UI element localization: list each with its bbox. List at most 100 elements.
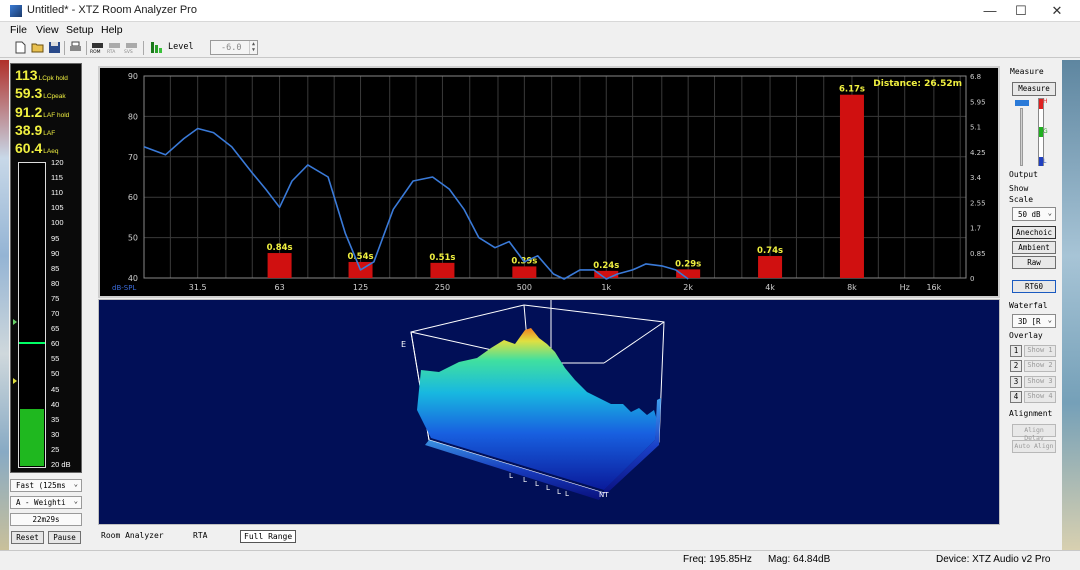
level-scale-tick: 50 — [51, 369, 60, 379]
rt60-bar — [512, 266, 537, 278]
tab-rta[interactable]: RTA — [190, 530, 210, 541]
readout-unit: LAF — [43, 130, 56, 137]
anechoic-button[interactable]: Anechoic — [1012, 226, 1056, 239]
menu-setup[interactable]: Setup — [66, 24, 93, 36]
menu-help[interactable]: Help — [101, 24, 123, 36]
measure-button[interactable]: Measure — [1012, 82, 1056, 96]
overlay-3-button[interactable]: 3 — [1010, 376, 1022, 388]
reset-button[interactable]: Reset — [11, 531, 44, 544]
readout-lcpk-hold: 113LCpk hold — [15, 67, 68, 83]
menu-view[interactable]: View — [36, 24, 59, 36]
rt60-button[interactable]: RT60 — [1012, 280, 1056, 293]
new-file-icon[interactable] — [14, 41, 27, 54]
y2-tick-label: 5.1 — [970, 124, 981, 132]
x-tick-label: 4k — [765, 283, 775, 292]
ambient-button[interactable]: Ambient — [1012, 241, 1056, 254]
show-1-button[interactable]: Show 1 — [1024, 345, 1056, 357]
overlay-2-button[interactable]: 2 — [1010, 360, 1022, 372]
waterfall-surface — [417, 328, 657, 490]
save-icon[interactable] — [48, 41, 61, 54]
readout-lcpeak: 59.3LCpeak — [15, 85, 66, 101]
level-scale-tick: 80 — [51, 278, 60, 288]
show-2-button[interactable]: Show 2 — [1024, 360, 1056, 372]
readout-unit: LAF hold — [43, 112, 70, 119]
show-scale-label: Show Scale — [1009, 184, 1034, 204]
y-tick-label: 40 — [128, 274, 138, 283]
x-tick-label: 1k — [601, 283, 611, 292]
readout-unit: LAeq — [43, 148, 59, 155]
scale-select[interactable]: 50 dB ⌄ — [1012, 207, 1056, 221]
rt60-bar — [267, 253, 292, 278]
marker-arrow-icon — [13, 319, 17, 325]
y2-tick-label: 0.85 — [970, 250, 986, 258]
status-bar: Freq: 195.85Hz Mag: 64.84dB Device: XTZ … — [0, 550, 1080, 570]
y2-tick-label: 3.4 — [970, 174, 982, 182]
title-bar: Untitled* - XTZ Room Analyzer Pro — ☐ ✕ — [0, 0, 1080, 22]
rt60-bar-label: 0.54s — [348, 252, 374, 262]
waterfall-axis-e: E — [401, 340, 406, 349]
menu-file[interactable]: File — [10, 24, 27, 36]
app-icon — [10, 5, 22, 17]
level-scale-tick: 45 — [51, 384, 60, 394]
align-delay-button[interactable]: Align Delay — [1012, 424, 1056, 442]
weighting-value: A - Weighti — [16, 498, 66, 507]
x-tick-label: 250 — [435, 283, 450, 292]
level-scale-tick: 60 — [51, 339, 60, 349]
y-tick-label: 60 — [128, 193, 138, 202]
maximize-button[interactable]: ☐ — [1006, 0, 1036, 22]
y-axis-label: dB-SPL — [112, 284, 136, 292]
window-title: Untitled* - XTZ Room Analyzer Pro — [27, 4, 197, 16]
waterfall-axis-nt: NT — [599, 491, 609, 499]
status-device: Device: XTZ Audio v2 Pro — [936, 554, 1051, 565]
raw-button[interactable]: Raw — [1012, 256, 1056, 269]
level-input[interactable]: -6.0 ▲ ▼ — [210, 40, 258, 55]
show-3-button[interactable]: Show 3 — [1024, 376, 1056, 388]
chevron-down-icon: ⌄ — [73, 480, 78, 488]
level-scale-tick: 95 — [51, 233, 60, 243]
level-slider-thumb[interactable] — [1015, 100, 1029, 106]
readout-laeq: 60.4LAeq — [15, 140, 58, 156]
rta-mode-label: RTA — [107, 50, 116, 55]
x-tick-label: 125 — [353, 283, 368, 292]
tab-room-analyzer[interactable]: Room Analyzer — [98, 530, 167, 541]
y2-tick-label: 4.25 — [970, 149, 986, 157]
rt60-bar-label: 0.51s — [429, 253, 455, 263]
background-strip-left — [0, 60, 9, 550]
rt60-bar-label: 6.17s — [839, 85, 865, 95]
y2-tick-label: 1.7 — [970, 225, 981, 233]
chevron-down-icon: ⌄ — [1047, 316, 1052, 324]
response-plot[interactable]: 90 80 70 60 50 40 6.8 5.95 5.1 4.25 3.4 2.55 1.7 0.85… — [98, 66, 1000, 298]
waterfall-tick: L — [565, 490, 569, 498]
minimize-button[interactable]: — — [975, 0, 1005, 22]
marker-arrow-icon — [13, 378, 17, 384]
pause-button[interactable]: Pause — [48, 531, 81, 544]
level-scale-tick: 115 — [51, 173, 63, 183]
readout-value: 59.3 — [15, 85, 43, 101]
open-folder-icon[interactable] — [31, 41, 44, 54]
print-icon[interactable] — [69, 41, 82, 54]
show-4-button[interactable]: Show 4 — [1024, 391, 1056, 403]
overlay-1-button[interactable]: 1 — [1010, 345, 1022, 357]
readout-laf: 38.9LAF — [15, 122, 55, 138]
application-window: Untitled* - XTZ Room Analyzer Pro — ☐ ✕ … — [0, 0, 1080, 570]
level-label: Level — [168, 42, 194, 52]
waterfall-select[interactable]: 3D [R ⌄ — [1012, 314, 1056, 328]
overlay-4-button[interactable]: 4 — [1010, 391, 1022, 403]
response-select[interactable]: Fast (125ms ⌄ — [10, 479, 82, 492]
y2-tick-label: 2.55 — [970, 199, 986, 207]
close-button[interactable]: ✕ — [1042, 0, 1072, 22]
auto-align-button[interactable]: Auto Align — [1012, 440, 1056, 453]
level-slider-track[interactable] — [1020, 108, 1023, 166]
elapsed-time: 22m29s — [10, 513, 82, 526]
level-spinner[interactable]: ▲ ▼ — [249, 41, 257, 54]
weighting-select[interactable]: A - Weighti ⌄ — [10, 496, 82, 509]
readout-unit: LCpeak — [43, 93, 66, 100]
tab-full-range[interactable]: Full Range — [240, 530, 297, 543]
room-mode-label: ROM — [90, 50, 101, 55]
waterfall-plot[interactable]: E NT L L L L L L — [98, 299, 1000, 525]
y-tick-label: 70 — [128, 153, 138, 162]
background-strip-right — [1062, 60, 1080, 550]
y-tick-label: 90 — [128, 72, 138, 81]
level-scale-tick: 25 — [51, 444, 60, 454]
menu-bar: File View Setup Help — [0, 23, 1080, 38]
